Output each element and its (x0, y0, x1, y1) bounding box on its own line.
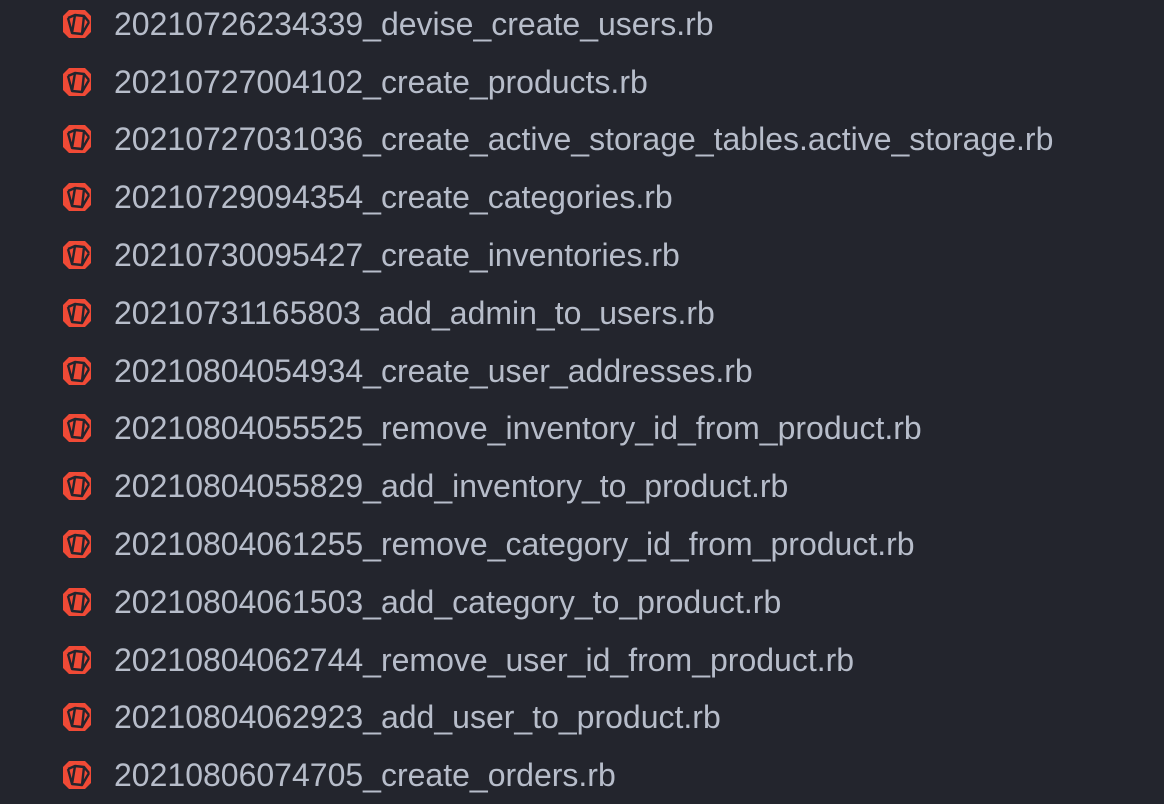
file-row[interactable]: 20210727004102_create_products.rb (0, 53, 1164, 111)
file-row[interactable]: 20210726234339_devise_create_users.rb (0, 0, 1164, 53)
file-name: 20210731165803_add_admin_to_users.rb (114, 294, 715, 331)
ruby-file-icon (63, 67, 91, 96)
file-row[interactable]: 20210804055525_remove_inventory_id_from_… (0, 400, 1164, 458)
ruby-file-icon (63, 530, 91, 559)
file-name: 20210804061503_add_category_to_product.r… (114, 583, 782, 620)
ruby-file-icon (63, 703, 91, 732)
ruby-file-icon (63, 298, 91, 327)
ruby-file-icon (63, 125, 91, 154)
file-list: 20210726234339_devise_create_users.rb 20… (0, 0, 1164, 804)
file-row[interactable]: 20210804055829_add_inventory_to_product.… (0, 457, 1164, 515)
file-name: 20210729094354_create_categories.rb (114, 179, 673, 216)
file-name: 20210727004102_create_products.rb (114, 63, 648, 100)
file-name: 20210804062923_add_user_to_product.rb (114, 699, 721, 736)
ruby-file-icon (63, 472, 91, 501)
ruby-file-icon (63, 241, 91, 270)
ruby-file-icon (63, 587, 91, 616)
file-row[interactable]: 20210804054934_create_user_addresses.rb (0, 342, 1164, 400)
file-row[interactable]: 20210806074705_create_orders.rb (0, 746, 1164, 804)
file-row[interactable]: 20210804061503_add_category_to_product.r… (0, 573, 1164, 631)
file-row[interactable]: 20210804062923_add_user_to_product.rb (0, 689, 1164, 747)
file-name: 20210727031036_create_active_storage_tab… (114, 121, 1054, 158)
ruby-file-icon (63, 761, 91, 790)
file-name: 20210804054934_create_user_addresses.rb (114, 352, 753, 389)
file-row[interactable]: 20210727031036_create_active_storage_tab… (0, 111, 1164, 169)
ruby-file-icon (63, 414, 91, 443)
file-name: 20210806074705_create_orders.rb (114, 757, 616, 794)
file-name: 20210804062744_remove_user_id_from_produ… (114, 641, 855, 678)
file-name: 20210804055829_add_inventory_to_product.… (114, 468, 789, 505)
file-row[interactable]: 20210731165803_add_admin_to_users.rb (0, 284, 1164, 342)
ruby-file-icon (63, 356, 91, 385)
ruby-file-icon (63, 183, 91, 212)
file-row[interactable]: 20210729094354_create_categories.rb (0, 168, 1164, 226)
file-name: 20210804055525_remove_inventory_id_from_… (114, 410, 922, 447)
ruby-file-icon (63, 645, 91, 674)
ruby-file-icon (63, 9, 91, 38)
file-row[interactable]: 20210804062744_remove_user_id_from_produ… (0, 631, 1164, 689)
file-row[interactable]: 20210730095427_create_inventories.rb (0, 226, 1164, 284)
file-name: 20210726234339_devise_create_users.rb (114, 5, 714, 42)
file-name: 20210730095427_create_inventories.rb (114, 237, 680, 274)
file-row[interactable]: 20210804061255_remove_category_id_from_p… (0, 515, 1164, 573)
file-name: 20210804061255_remove_category_id_from_p… (114, 526, 915, 563)
